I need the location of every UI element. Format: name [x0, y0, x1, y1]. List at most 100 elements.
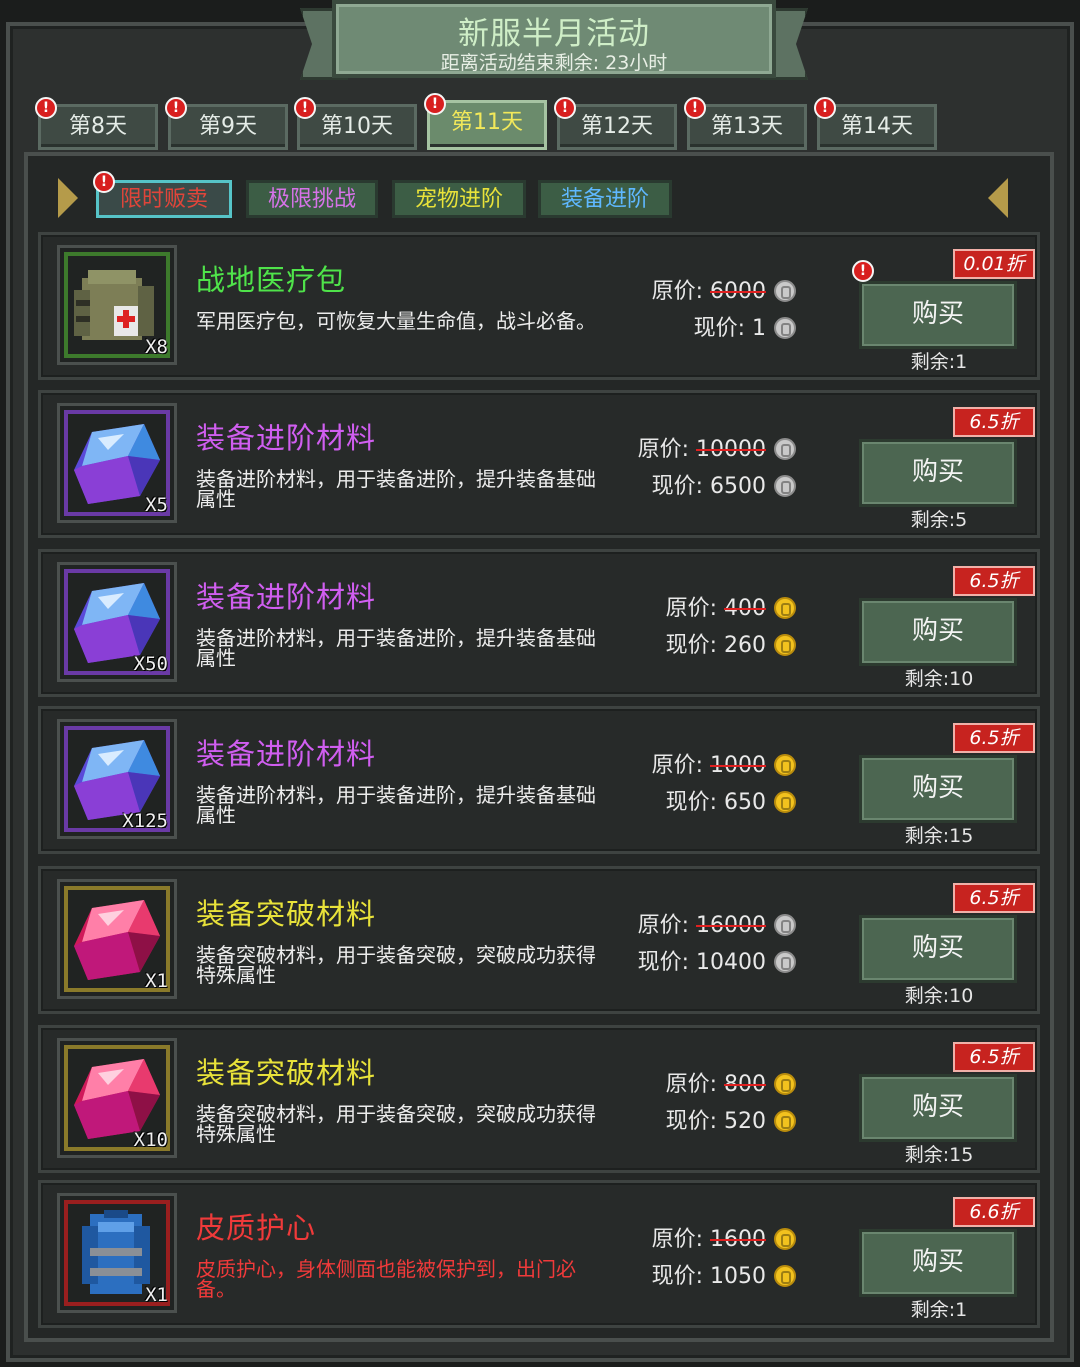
shop-item-row: X1 装备突破材料 装备突破材料，用于装备突破，突破成功获得特殊属性 原价: 1600… — [38, 866, 1040, 1014]
item-icon-frame[interactable]: X1 — [57, 879, 177, 999]
current-price-label: 现价: — [637, 950, 696, 975]
tab-day[interactable]: 第8天! — [35, 97, 158, 150]
item-description: 皮质护心，身体侧面也能被保护到，出门必备。 — [196, 1257, 576, 1301]
alert-badge-icon: ! — [165, 97, 187, 119]
shop-item-row: X10 装备突破材料 装备突破材料，用于装备突破，突破成功获得特殊属性 原价: 800… — [38, 1025, 1040, 1173]
item-quantity: X125 — [122, 810, 168, 832]
day-tabs: 第8天! 第9天! 第10天! 第11天! 第12天! 第13天! 第14天! — [35, 93, 1048, 150]
alert-badge-icon: ! — [35, 97, 57, 119]
buy-button[interactable]: 购买 — [859, 439, 1017, 507]
tab-day[interactable]: 第14天! — [814, 97, 937, 150]
category-scroll-right-arrow[interactable] — [988, 178, 1008, 218]
item-description: 装备突破材料，用于装备突破，突破成功获得特殊属性 — [196, 1102, 596, 1146]
current-price: 现价: 10400 — [601, 944, 796, 976]
buy-button[interactable]: 购买 — [859, 598, 1017, 666]
item-description: 军用医疗包，可恢复大量生命值，战斗必备。 — [196, 309, 596, 333]
remaining-stock: 剩余:1 — [910, 1299, 968, 1321]
original-price-value: 800 — [724, 1072, 766, 1097]
discount-badge: 0.01折 — [953, 249, 1035, 279]
remaining-stock: 剩余:10 — [904, 985, 974, 1007]
category-tab[interactable]: 极限挑战 — [246, 180, 378, 218]
remaining-stock: 剩余:15 — [904, 825, 974, 847]
current-price-label: 现价: — [665, 633, 724, 658]
original-price-label: 原价: — [665, 596, 724, 621]
alert-badge-icon: ! — [93, 171, 115, 193]
original-price-value: 6000 — [710, 279, 766, 304]
item-name: 战地医疗包 — [196, 263, 347, 297]
current-price: 现价: 1 — [601, 310, 796, 342]
item-icon-frame[interactable]: X10 — [57, 1038, 177, 1158]
gold-coin-icon — [774, 1265, 796, 1287]
discount-badge: 6.5折 — [953, 723, 1035, 753]
item-description: 装备进阶材料，用于装备进阶，提升装备基础属性 — [196, 783, 596, 827]
current-price-value: 1 — [752, 316, 766, 341]
current-price-value: 1050 — [710, 1264, 766, 1289]
current-price-value: 10400 — [696, 950, 766, 975]
item-name: 装备突破材料 — [196, 897, 377, 931]
gold-coin-icon — [774, 1073, 796, 1095]
current-price: 现价: 520 — [601, 1103, 796, 1135]
item-description: 装备进阶材料，用于装备进阶，提升装备基础属性 — [196, 467, 596, 511]
current-price: 现价: 260 — [601, 627, 796, 659]
item-description: 装备突破材料，用于装备突破，突破成功获得特殊属性 — [196, 943, 596, 987]
remaining-stock: 剩余:10 — [904, 668, 974, 690]
alert-badge-icon: ! — [814, 97, 836, 119]
buy-button[interactable]: 购买 — [859, 1074, 1017, 1142]
event-title: 新服半月活动 — [458, 16, 650, 52]
current-price-label: 现价: — [651, 474, 710, 499]
buy-button[interactable]: 购买 — [859, 755, 1017, 823]
event-banner: 新服半月活动 距离活动结束剩余: 23小时 — [300, 0, 808, 86]
current-price-value: 520 — [724, 1109, 766, 1134]
tab-day[interactable]: 第10天! — [294, 97, 417, 150]
category-tab[interactable]: 装备进阶 — [538, 180, 672, 218]
item-quantity: X1 — [145, 970, 168, 992]
shop-item-row: X125 装备进阶材料 装备进阶材料，用于装备进阶，提升装备基础属性 原价: 1000… — [38, 706, 1040, 854]
item-name: 装备进阶材料 — [196, 737, 377, 771]
tab-day[interactable]: 第13天! — [684, 97, 807, 150]
original-price-value: 1600 — [710, 1227, 766, 1252]
banner-plate: 新服半月活动 距离活动结束剩余: 23小时 — [332, 0, 776, 78]
original-price-label: 原价: — [637, 437, 696, 462]
silver-coin-icon — [774, 438, 796, 460]
item-quantity: X50 — [133, 653, 168, 675]
item-icon-frame[interactable]: X8 — [57, 245, 177, 365]
original-price-value: 400 — [724, 596, 766, 621]
discount-badge: 6.5折 — [953, 1042, 1035, 1072]
remaining-stock: 剩余:15 — [904, 1144, 974, 1166]
shop-item-row: X50 装备进阶材料 装备进阶材料，用于装备进阶，提升装备基础属性 原价: 400 现价… — [38, 549, 1040, 697]
remaining-stock: 剩余:5 — [910, 509, 968, 531]
buy-button[interactable]: 购买 — [859, 915, 1017, 983]
discount-badge: 6.5折 — [953, 407, 1035, 437]
item-icon-frame[interactable]: X50 — [57, 562, 177, 682]
item-icon-frame[interactable]: X125 — [57, 719, 177, 839]
original-price-value: 1000 — [710, 753, 766, 778]
category-scroll-left-arrow[interactable] — [58, 178, 78, 218]
original-price-label: 原价: — [651, 1227, 710, 1252]
gold-coin-icon — [774, 1110, 796, 1132]
item-quantity: X8 — [145, 336, 168, 358]
silver-coin-icon — [774, 280, 796, 302]
original-price: 原价: 1600 — [601, 1221, 796, 1253]
discount-badge: 6.5折 — [953, 883, 1035, 913]
tab-day[interactable]: 第9天! — [165, 97, 288, 150]
original-price-label: 原价: — [665, 1072, 724, 1097]
buy-button[interactable]: 购买 — [859, 1229, 1017, 1297]
current-price: 现价: 1050 — [601, 1258, 796, 1290]
category-tab[interactable]: 宠物进阶 — [392, 180, 526, 218]
discount-badge: 6.6折 — [953, 1197, 1035, 1227]
current-price-value: 6500 — [710, 474, 766, 499]
item-icon-frame[interactable]: X5 — [57, 403, 177, 523]
silver-coin-icon — [774, 475, 796, 497]
category-tab[interactable]: 限时贩卖! — [93, 171, 232, 218]
item-icon-frame[interactable]: X1 — [57, 1193, 177, 1313]
category-label: 装备进阶 — [560, 187, 649, 212]
tab-day[interactable]: 第12天! — [554, 97, 677, 150]
original-price: 原价: 800 — [601, 1066, 796, 1098]
shop-item-row: X5 装备进阶材料 装备进阶材料，用于装备进阶，提升装备基础属性 原价: 10000 现… — [38, 390, 1040, 538]
buy-button[interactable]: 购买! — [852, 260, 1017, 349]
category-label: 宠物进阶 — [414, 187, 503, 212]
tab-day[interactable]: 第11天! — [424, 93, 547, 150]
current-price-value: 650 — [724, 790, 766, 815]
alert-badge-icon: ! — [554, 97, 576, 119]
category-label: 限时贩卖 — [119, 187, 208, 212]
